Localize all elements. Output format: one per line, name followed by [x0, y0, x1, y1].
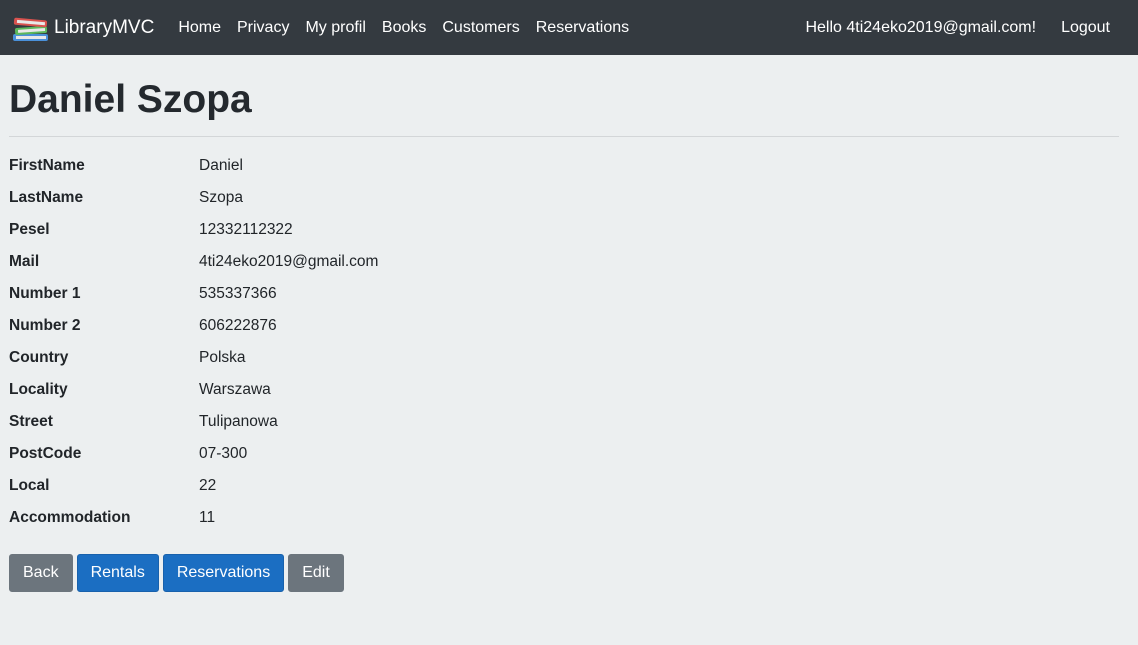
detail-value: Daniel: [199, 157, 243, 174]
detail-row-accommodation: Accommodation 11: [9, 502, 1119, 534]
detail-value: 606222876: [199, 317, 277, 334]
detail-label: Locality: [9, 381, 68, 398]
edit-button[interactable]: Edit: [288, 554, 344, 592]
detail-row-number-2: Number 2 606222876: [9, 310, 1119, 342]
detail-row-lastname: LastName Szopa: [9, 182, 1119, 214]
detail-value: Tulipanowa: [199, 413, 278, 430]
detail-label: Pesel: [9, 221, 50, 238]
nav-link-privacy[interactable]: Privacy: [229, 0, 297, 55]
detail-row-mail: Mail 4ti24eko2019@gmail.com: [9, 246, 1119, 278]
page-title: Daniel Szopa: [9, 78, 252, 121]
detail-value: Warszawa: [199, 381, 271, 398]
detail-row-street: Street Tulipanowa: [9, 406, 1119, 438]
detail-label: Accommodation: [9, 509, 131, 526]
user-greeting[interactable]: Hello 4ti24eko2019@gmail.com!: [805, 19, 1036, 37]
detail-value: 22: [199, 477, 217, 494]
nav-link-books[interactable]: Books: [374, 0, 434, 55]
nav-link-home[interactable]: Home: [170, 0, 229, 55]
nav-link-reservations[interactable]: Reservations: [528, 0, 637, 55]
nav-links: Home Privacy My profil Books Customers R…: [170, 0, 637, 55]
detail-label: FirstName: [9, 157, 85, 174]
detail-label: Number 1: [9, 285, 81, 302]
detail-label: Local: [9, 477, 50, 494]
nav-link-my-profil[interactable]: My profil: [297, 0, 373, 55]
back-button[interactable]: Back: [9, 554, 73, 592]
detail-label: LastName: [9, 189, 84, 206]
detail-row-local: Local 22: [9, 470, 1119, 502]
details-list: FirstName Daniel LastName Szopa Pesel 12…: [9, 150, 1119, 534]
detail-label: PostCode: [9, 445, 82, 462]
main-content: Daniel Szopa FirstName Daniel LastName S…: [0, 77, 1138, 592]
detail-row-locality: Locality Warszawa: [9, 374, 1119, 406]
divider: [9, 136, 1119, 137]
detail-row-number-1: Number 1 535337366: [9, 278, 1119, 310]
detail-value: 11: [199, 509, 216, 526]
detail-value: 07-300: [199, 445, 248, 462]
top-navbar: LibraryMVC Home Privacy My profil Books …: [0, 0, 1138, 55]
detail-label: Country: [9, 349, 69, 366]
detail-row-firstname: FirstName Daniel: [9, 150, 1119, 182]
detail-value: 4ti24eko2019@gmail.com: [199, 253, 379, 270]
detail-value: Polska: [199, 349, 246, 366]
detail-value: 12332112322: [199, 221, 293, 238]
detail-row-country: Country Polska: [9, 342, 1119, 374]
nav-user-area: Hello 4ti24eko2019@gmail.com! Logout: [805, 0, 1118, 55]
detail-label: Number 2: [9, 317, 81, 334]
detail-row-pesel: Pesel 12332112322: [9, 214, 1119, 246]
action-buttons: Back Rentals Reservations Edit: [9, 554, 1119, 592]
nav-link-customers[interactable]: Customers: [434, 0, 527, 55]
reservations-button[interactable]: Reservations: [162, 554, 285, 592]
detail-row-postcode: PostCode 07-300: [9, 438, 1119, 470]
logout-link[interactable]: Logout: [1053, 19, 1118, 37]
detail-value: 535337366: [199, 285, 277, 302]
brand-link[interactable]: LibraryMVC: [12, 13, 154, 43]
detail-label: Street: [9, 413, 53, 430]
detail-value: Szopa: [199, 189, 243, 206]
detail-label: Mail: [9, 253, 40, 270]
rentals-button[interactable]: Rentals: [76, 554, 159, 592]
books-stack-icon: [13, 17, 48, 41]
brand-name: LibraryMVC: [54, 16, 155, 38]
